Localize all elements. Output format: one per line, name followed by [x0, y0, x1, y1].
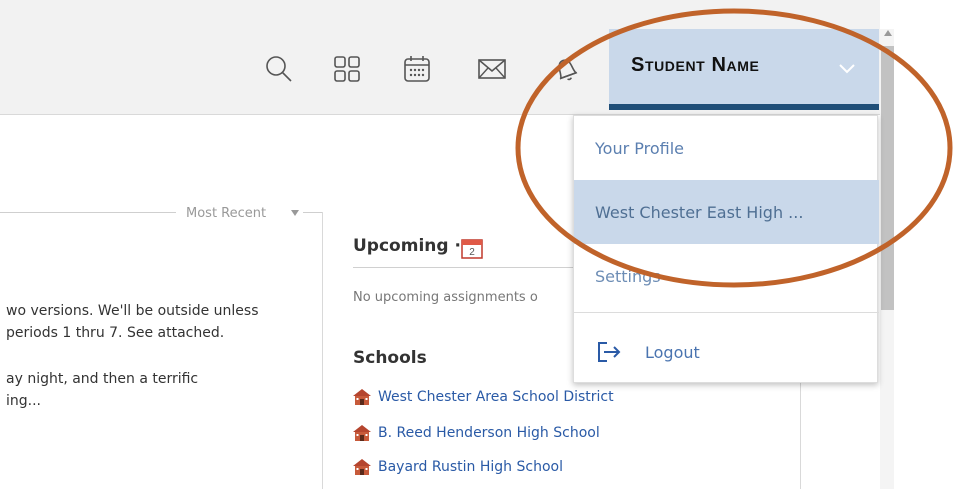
logout-icon	[598, 342, 621, 362]
search-icon[interactable]	[262, 52, 296, 86]
school-name: West Chester Area School District	[378, 389, 614, 405]
school-link[interactable]: West Chester Area School District	[352, 388, 614, 406]
menu-item-school[interactable]: West Chester East High ...	[574, 180, 879, 244]
school-building-icon	[353, 459, 371, 475]
bell-icon[interactable]	[549, 52, 583, 86]
school-link[interactable]: Bayard Rustin High School	[352, 458, 563, 476]
calendar-badge-icon[interactable]: 2	[461, 237, 483, 259]
school-name: Bayard Rustin High School	[378, 459, 563, 475]
caret-down-icon[interactable]	[291, 210, 299, 216]
scrollbar-thumb[interactable]	[881, 46, 894, 310]
menu-item-label: Logout	[645, 342, 700, 362]
post-text: wo versions. We'll be outside unless	[6, 303, 259, 319]
menu-item-your-profile[interactable]: Your Profile	[574, 116, 879, 180]
user-menu-button[interactable]: Student Name	[609, 29, 879, 110]
school-name: B. Reed Henderson High School	[378, 425, 600, 441]
menu-item-label: Settings	[595, 266, 661, 286]
column-divider	[322, 212, 323, 489]
calendar-icon[interactable]	[400, 52, 434, 86]
school-building-icon	[353, 425, 371, 441]
menu-item-logout[interactable]: Logout	[574, 320, 879, 384]
user-name: Student Name	[631, 54, 760, 76]
mail-icon[interactable]	[475, 52, 509, 86]
upcoming-title: Upcoming ·	[353, 236, 461, 256]
menu-separator	[574, 312, 879, 313]
menu-item-label: Your Profile	[595, 138, 684, 158]
post-text: ing...	[6, 393, 41, 409]
menu-item-settings[interactable]: Settings	[574, 244, 879, 308]
scroll-up-arrow-icon[interactable]	[884, 30, 892, 36]
chevron-down-icon	[839, 64, 855, 74]
divider-line	[0, 212, 176, 213]
empty-upcoming-text: No upcoming assignments o	[353, 290, 538, 305]
feed-post: wo versions. We'll be outside unless per…	[6, 300, 306, 344]
school-building-icon	[353, 389, 371, 405]
post-text: ay night, and then a terrific	[6, 371, 199, 387]
sort-filter-label[interactable]: Most Recent	[186, 206, 266, 221]
menu-item-label: West Chester East High ...	[595, 202, 804, 222]
user-dropdown-menu: Your Profile West Chester East High ... …	[573, 115, 879, 384]
schools-title: Schools	[353, 348, 427, 368]
section-divider	[353, 267, 578, 268]
feed-post: ay night, and then a terrific ing...	[6, 368, 306, 412]
apps-grid-icon[interactable]	[330, 52, 364, 86]
school-link[interactable]: B. Reed Henderson High School	[352, 424, 600, 442]
divider-line	[303, 212, 323, 213]
calendar-day: 2	[469, 247, 475, 258]
post-text: periods 1 thru 7. See attached.	[6, 325, 225, 341]
